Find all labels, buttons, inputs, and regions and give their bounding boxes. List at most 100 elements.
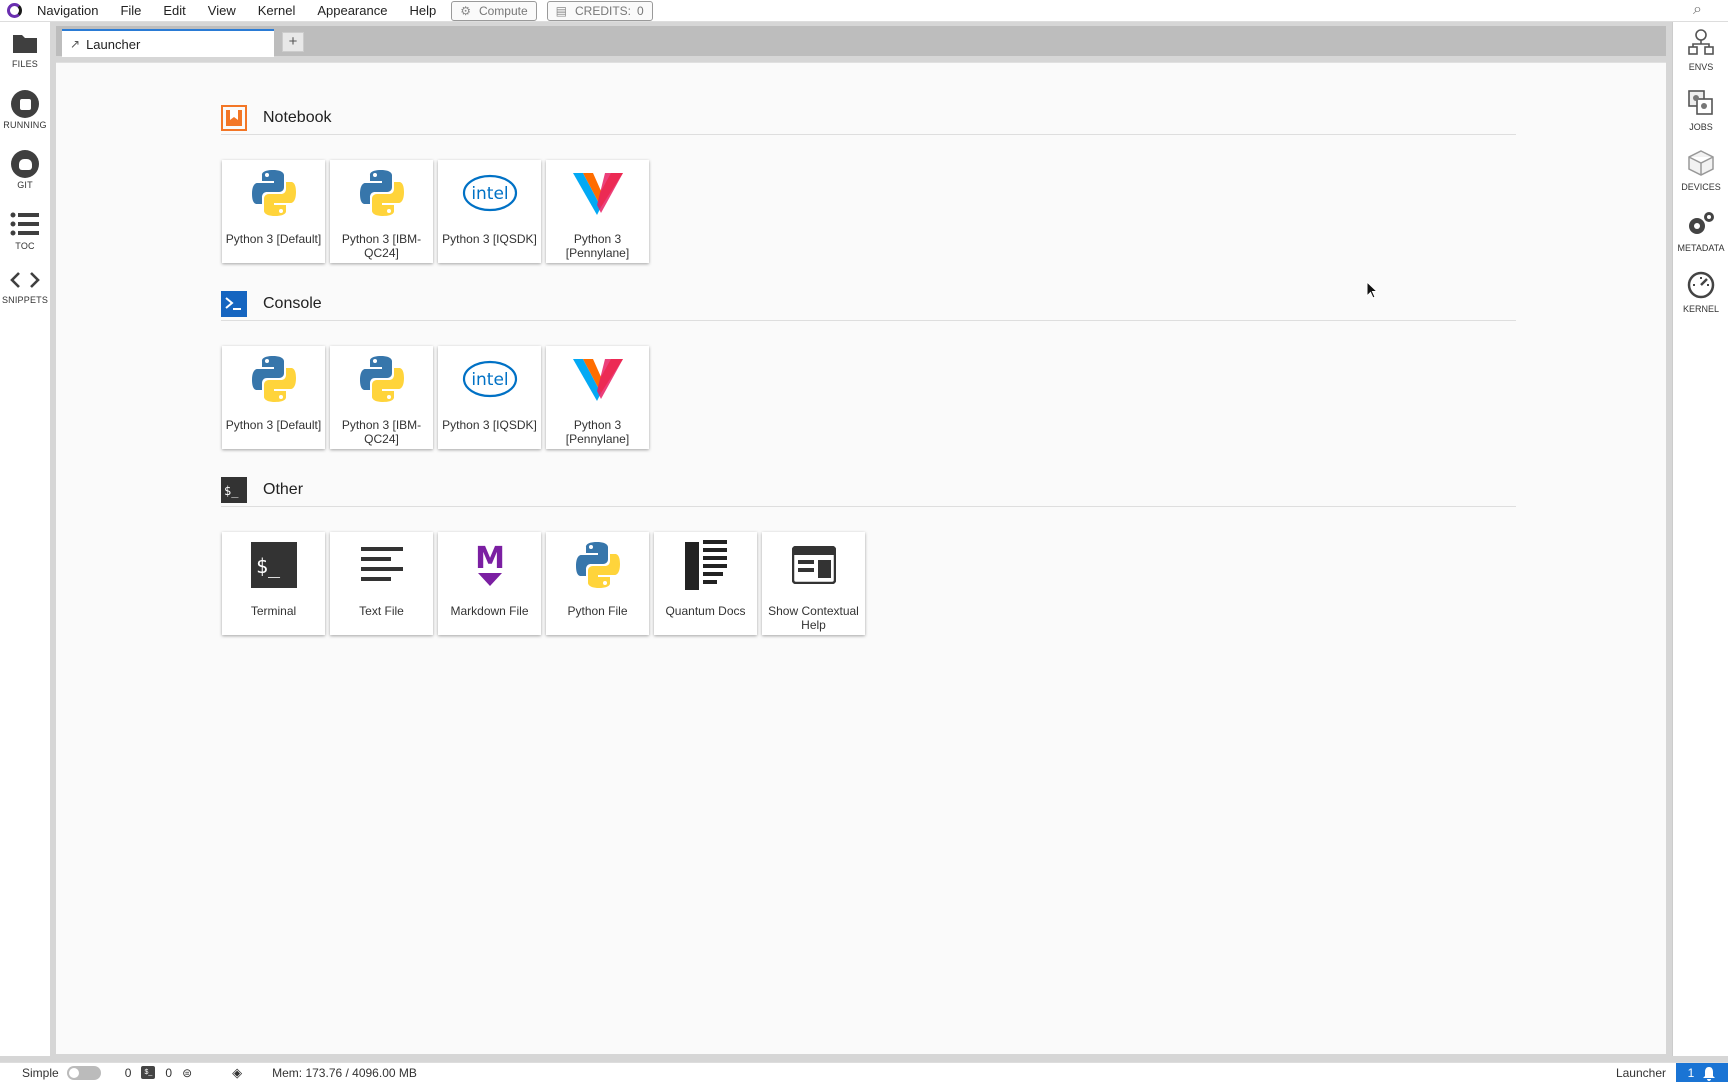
card-notebook-python-pennylane[interactable]: Python 3 [Pennylane] bbox=[546, 160, 649, 263]
sidebar-label-toc: TOC bbox=[15, 241, 35, 251]
console-section-icon bbox=[221, 291, 247, 317]
kernels-count[interactable]: 0 bbox=[165, 1066, 172, 1080]
cube-icon bbox=[1688, 150, 1714, 176]
credits-display[interactable]: ▤ CREDITS: 0 bbox=[546, 0, 653, 21]
card-label: Python 3 [Default] bbox=[225, 418, 322, 432]
card-label: Markdown File bbox=[450, 604, 529, 618]
card-show-contextual-help[interactable]: Show Contextual Help bbox=[762, 532, 865, 635]
compute-button[interactable]: ⚙ Compute bbox=[451, 0, 537, 21]
intel-icon: intel bbox=[462, 174, 517, 212]
card-label: Python 3 [Pennylane] bbox=[565, 232, 630, 260]
sidebar-label-running: RUNNING bbox=[3, 120, 47, 130]
right-item-devices[interactable]: DEVICES bbox=[1673, 148, 1728, 192]
tab-launcher[interactable]: ↗ Launcher bbox=[62, 29, 274, 57]
memory-usage: Mem: 173.76 / 4096.00 MB bbox=[272, 1065, 417, 1080]
sidebar-item-running[interactable]: RUNNING bbox=[0, 90, 50, 130]
svg-text:$_: $_ bbox=[224, 484, 239, 498]
card-console-python-ibm[interactable]: Python 3 [IBM-QC24] bbox=[330, 346, 433, 449]
menubar: Navigation File Edit View Kernel Appeara… bbox=[0, 0, 1728, 22]
section-title-other: Other bbox=[263, 481, 304, 498]
right-item-kernel[interactable]: KERNEL bbox=[1673, 270, 1728, 314]
menu-help[interactable]: Help bbox=[398, 0, 447, 22]
git-branch-icon[interactable]: ◈ bbox=[232, 1065, 242, 1081]
status-bar: Simple 0 $_ 0 ⊜ ◈ Mem: 173.76 / 4096.00 … bbox=[0, 1062, 1728, 1082]
gears-icon bbox=[1689, 212, 1714, 234]
gauge-icon bbox=[1687, 271, 1715, 299]
section-other: $_ Other bbox=[221, 477, 1516, 507]
sidebar-label-files: FILES bbox=[11, 59, 38, 69]
right-item-metadata[interactable]: METADATA bbox=[1673, 209, 1728, 253]
compute-label: Compute bbox=[478, 3, 528, 18]
section-console: Console bbox=[221, 291, 1516, 321]
simple-mode-toggle[interactable] bbox=[66, 1065, 101, 1080]
card-label: Python 3 [IQSDK] bbox=[442, 232, 537, 246]
card-markdown-file[interactable]: M Markdown File bbox=[438, 532, 541, 635]
svg-text:M: M bbox=[475, 541, 505, 576]
help-panel-icon bbox=[791, 546, 836, 584]
menu-file[interactable]: File bbox=[109, 0, 152, 22]
app-logo bbox=[2, 0, 26, 22]
card-label: Show Contextual Help bbox=[768, 604, 859, 632]
right-label-envs: ENVS bbox=[1688, 62, 1714, 72]
menu-appearance[interactable]: Appearance bbox=[306, 0, 398, 22]
mouse-cursor-icon bbox=[1366, 281, 1378, 299]
card-notebook-python-default[interactable]: Python 3 [Default] bbox=[222, 160, 325, 263]
sidebar-item-git[interactable]: GIT bbox=[0, 150, 50, 190]
card-console-python-pennylane[interactable]: Python 3 [Pennylane] bbox=[546, 346, 649, 449]
launcher-panel: Notebook Python 3 [Default] Python 3 [IB… bbox=[56, 62, 1666, 1054]
compute-icon: ⚙ bbox=[460, 3, 471, 18]
stop-circle-icon bbox=[11, 90, 39, 118]
card-label: Python 3 [IBM-QC24] bbox=[341, 418, 422, 446]
active-document-label: Launcher bbox=[1615, 1066, 1666, 1080]
card-terminal[interactable]: $_ Terminal bbox=[222, 532, 325, 635]
card-label: Terminal bbox=[250, 604, 297, 618]
menu-kernel[interactable]: Kernel bbox=[247, 0, 307, 22]
right-item-envs[interactable]: ENVS bbox=[1673, 28, 1728, 72]
code-icon bbox=[10, 272, 40, 288]
add-tab-button[interactable]: + bbox=[282, 32, 304, 52]
right-label-devices: DEVICES bbox=[1681, 182, 1721, 192]
card-label: Python 3 [IQSDK] bbox=[442, 418, 537, 432]
sidebar-item-files[interactable]: FILES bbox=[0, 32, 50, 69]
card-console-python-default[interactable]: Python 3 [Default] bbox=[222, 346, 325, 449]
menu-navigation[interactable]: Navigation bbox=[26, 0, 109, 22]
section-notebook: Notebook bbox=[221, 105, 1516, 135]
python-icon bbox=[251, 356, 296, 402]
credits-icon: ▤ bbox=[555, 3, 568, 18]
menu-view[interactable]: View bbox=[197, 0, 247, 22]
card-quantum-docs[interactable]: Quantum Docs bbox=[654, 532, 757, 635]
notifications-count: 1 bbox=[1687, 1066, 1695, 1080]
folder-icon bbox=[13, 35, 37, 53]
menu-edit[interactable]: Edit bbox=[152, 0, 196, 22]
card-notebook-python-iqsdk[interactable]: intel Python 3 [IQSDK] bbox=[438, 160, 541, 263]
notifications-button[interactable]: 1 bbox=[1676, 1063, 1728, 1082]
python-icon bbox=[575, 542, 620, 588]
card-label: Python 3 [Default] bbox=[225, 232, 322, 246]
sidebar-item-toc[interactable]: TOC bbox=[0, 212, 50, 251]
right-item-jobs[interactable]: JOBS bbox=[1673, 88, 1728, 132]
terminals-count[interactable]: 0 bbox=[125, 1066, 132, 1080]
right-label-jobs: JOBS bbox=[1689, 122, 1713, 132]
card-console-python-iqsdk[interactable]: intel Python 3 [IQSDK] bbox=[438, 346, 541, 449]
section-title-console: Console bbox=[263, 295, 322, 312]
git-icon bbox=[11, 150, 39, 178]
tab-bar: ↗ Launcher + bbox=[56, 26, 1666, 57]
python-icon bbox=[359, 356, 404, 402]
card-python-file[interactable]: Python File bbox=[546, 532, 649, 635]
card-notebook-python-ibm[interactable]: Python 3 [IBM-QC24] bbox=[330, 160, 433, 263]
card-label: Python 3 [IBM-QC24] bbox=[341, 232, 422, 260]
sidebar-label-git: GIT bbox=[17, 180, 33, 190]
docs-icon bbox=[684, 540, 727, 590]
search-icon[interactable]: ⌕ bbox=[1693, 1, 1702, 19]
credits-label: CREDITS: bbox=[575, 3, 632, 18]
card-label: Python File bbox=[567, 604, 628, 618]
pennylane-icon bbox=[572, 359, 623, 401]
left-sidebar: FILES RUNNING GIT TOC SNIPPETS bbox=[0, 22, 50, 1056]
right-sidebar: ENVS JOBS DEVICES METADATA KERNEL bbox=[1672, 22, 1728, 1056]
section-title-notebook: Notebook bbox=[263, 109, 332, 126]
text-file-icon bbox=[360, 547, 403, 581]
sidebar-item-snippets[interactable]: SNIPPETS bbox=[0, 270, 50, 305]
envs-icon bbox=[1688, 29, 1714, 55]
card-text-file[interactable]: Text File bbox=[330, 532, 433, 635]
card-label: Quantum Docs bbox=[665, 604, 746, 618]
